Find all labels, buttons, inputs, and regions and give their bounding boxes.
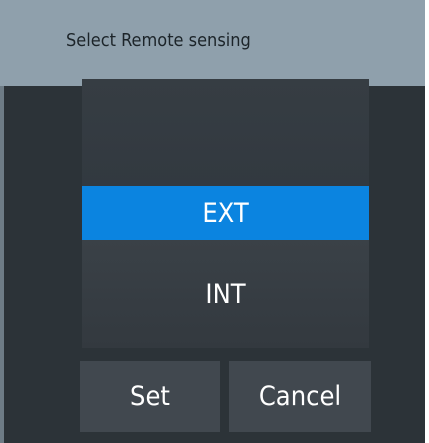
picker-empty-slot: [82, 79, 369, 186]
dialog-title: Select Remote sensing: [66, 30, 251, 51]
remote-sensing-picker[interactable]: EXT INT: [82, 79, 369, 348]
dialog-title-bar: Select Remote sensing: [0, 0, 425, 86]
set-button[interactable]: Set: [80, 361, 220, 432]
picker-option-int[interactable]: INT: [82, 240, 369, 348]
picker-option-ext[interactable]: EXT: [82, 186, 369, 240]
dialog-left-edge: [0, 86, 4, 443]
cancel-button[interactable]: Cancel: [229, 361, 371, 432]
remote-sensing-dialog: Select Remote sensing EXT INT Set Cancel: [0, 0, 425, 443]
